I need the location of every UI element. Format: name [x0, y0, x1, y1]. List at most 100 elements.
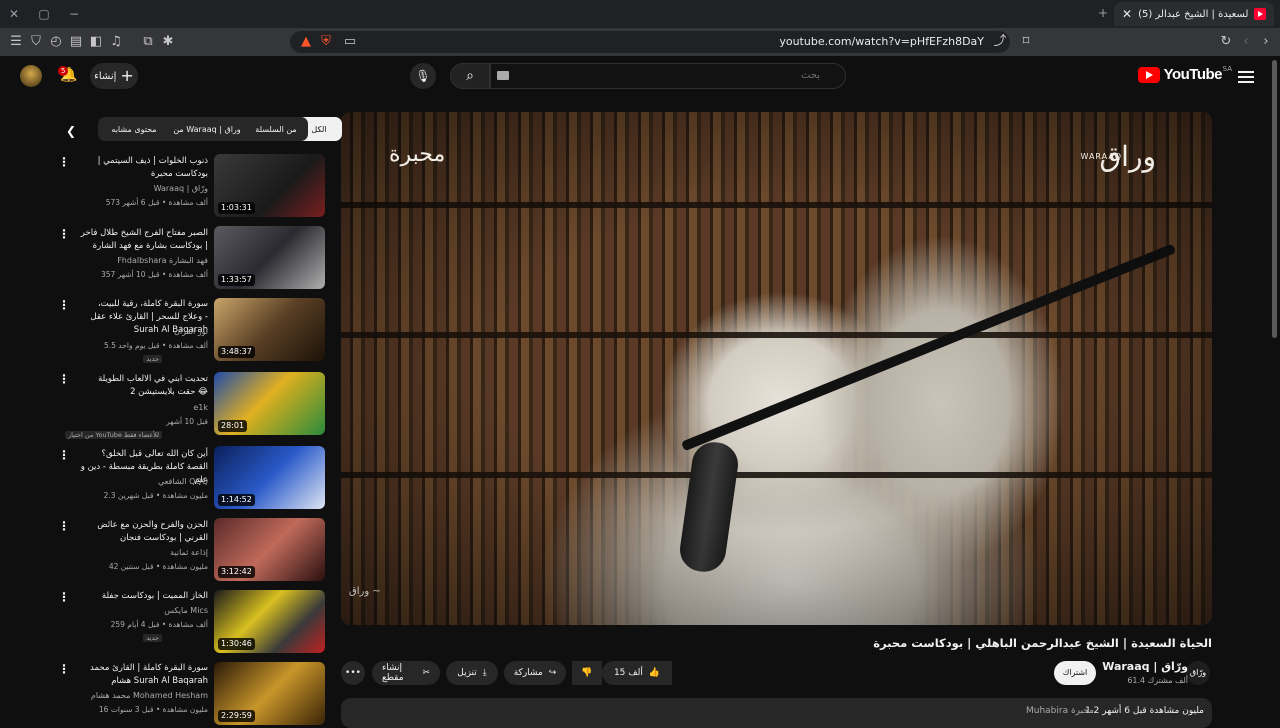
new-badge: جديد	[143, 634, 162, 642]
video-item-title[interactable]: تحديت ابني في الالعاب الطويلة حقت بلايست…	[78, 373, 208, 399]
dislike-icon: 👎	[581, 668, 593, 678]
video-thumbnail[interactable]: 3:48:37	[214, 298, 325, 361]
download-button[interactable]: تنزيل ⤓	[446, 661, 498, 685]
video-title: الحياة السعيدة | الشيخ عبدالرحمن الباهلي…	[873, 636, 1212, 650]
reload-icon[interactable]: ↻	[1218, 34, 1234, 50]
url-text[interactable]: youtube.com/watch?v=pHfEFzh8DaY	[779, 35, 984, 48]
channel-avatar[interactable]: ورّاق	[1186, 661, 1210, 685]
video-duration: 1:30:46	[218, 638, 255, 650]
account-avatar[interactable]	[20, 65, 42, 87]
kebab-icon[interactable]: ⋮	[58, 663, 70, 675]
video-item-title[interactable]: الحزن والفرح والحزن مع عائض القرني | بود…	[78, 519, 208, 545]
history-icon[interactable]: ◴	[48, 34, 64, 50]
kebab-icon[interactable]: ⋮	[58, 591, 70, 603]
more-icon: •••	[345, 668, 361, 678]
search-button[interactable]: ⌕	[450, 63, 490, 89]
video-duration: 1:14:52	[218, 494, 255, 506]
video-item-title[interactable]: الخاز المميت | بودكاست جفلة	[78, 590, 208, 603]
screenshot-icon[interactable]: ⧉	[140, 34, 156, 50]
like-button[interactable]: 15 ألف 👍	[602, 661, 672, 685]
video-thumbnail[interactable]: 1:14:52	[214, 446, 325, 509]
voice-search-button[interactable]: 🎙	[410, 63, 436, 89]
menu-icon[interactable]	[1238, 68, 1254, 84]
brave-rewards-icon[interactable]: ▲	[298, 34, 314, 50]
share-button[interactable]: مشاركة ↪	[504, 661, 566, 685]
video-thumbnail[interactable]: 3:12:42	[214, 518, 325, 581]
video-thumbnail[interactable]: 1:03:31	[214, 154, 325, 217]
video-item-meta: 357 ألف مشاهدة • قبل 10 أشهر	[100, 270, 208, 279]
window-maximize-icon[interactable]: ▢	[36, 6, 52, 22]
video-item-channel[interactable]: الشافعي QQQ	[158, 477, 208, 486]
kebab-icon[interactable]: ⋮	[58, 520, 70, 532]
reading-list-icon[interactable]: ▤	[68, 34, 84, 50]
music-icon[interactable]: ♫	[108, 34, 124, 50]
bookmark-icon[interactable]: ⌑	[1018, 34, 1034, 50]
clip-button[interactable]: إنشاء مقطع ✂	[372, 661, 440, 685]
video-thumbnail[interactable]: 28:01	[214, 372, 325, 435]
kebab-icon[interactable]: ⋮	[58, 449, 70, 461]
video-item-title[interactable]: الصبر مفتاح الفرج الشيخ طلال فاخر | بودك…	[78, 227, 208, 253]
browser-tab-bar	[0, 0, 1280, 28]
video-item-meta: 16 مليون مشاهدة • قبل 3 سنوات	[98, 705, 208, 714]
chevron-left-icon[interactable]: ❮	[66, 124, 76, 138]
window-close-icon[interactable]: ✕	[6, 6, 22, 22]
subscriber-count: 61.4 ألف مشترك	[1127, 676, 1188, 685]
description-tags[interactable]: Muhabira محبرة	[1026, 706, 1094, 716]
video-item-title[interactable]: سورة البقرة كاملة | القارئ محمد هشام Sur…	[78, 662, 208, 688]
sidebar-icon[interactable]: ◧	[88, 34, 104, 50]
video-item-channel[interactable]: Waraaq | ورّاق	[154, 184, 208, 193]
channel-name[interactable]: Waraaq | ورّاق	[1102, 660, 1188, 673]
browser-tab[interactable]: ✕ (5) الحياة السعيدة | الشيخ عبدالر	[1114, 2, 1274, 26]
subscribe-button[interactable]: اشتراك	[1054, 661, 1096, 685]
video-item-channel[interactable]: Fhdalbshara فهد البشارة	[117, 256, 208, 265]
logo-text: YouTube	[1163, 66, 1223, 83]
video-thumbnail[interactable]: 1:30:46	[214, 590, 325, 653]
video-item-meta: قبل 10 أشهر	[166, 417, 208, 426]
search-input[interactable]	[490, 63, 846, 89]
chip-from-channel[interactable]: من Waraaq | وراق	[158, 117, 256, 141]
video-thumbnail[interactable]: 1:33:57	[214, 226, 325, 289]
youtube-logo[interactable]: YouTube	[1137, 66, 1223, 83]
youtube-logo-icon	[1137, 66, 1160, 83]
keyboard-icon[interactable]	[497, 71, 509, 80]
browser-menu-icon[interactable]: ☰	[8, 34, 24, 50]
back-icon[interactable]: ›	[1258, 34, 1274, 50]
mic-icon: 🎙	[415, 69, 431, 83]
video-player[interactable]: محبرة وراق WARAAQ وراق ~	[341, 112, 1212, 625]
like-icon: 👍	[648, 668, 661, 678]
video-item-channel[interactable]: مايكس Mics	[164, 606, 208, 615]
share-page-icon[interactable]: ⤴	[992, 34, 1008, 50]
new-tab-button[interactable]: +	[1098, 6, 1108, 20]
video-item-channel[interactable]: نور القرآن	[174, 327, 208, 336]
reader-mode-icon[interactable]: ▭	[342, 34, 358, 50]
kebab-icon[interactable]: ⋮	[58, 156, 70, 168]
video-item-meta: 573 ألف مشاهدة • قبل 6 أشهر	[105, 198, 208, 207]
create-button[interactable]: إنشاء +	[90, 63, 138, 89]
extensions-icon[interactable]: ✱	[160, 34, 176, 50]
brave-shields-icon[interactable]: ⛨	[318, 34, 334, 50]
video-item-title[interactable]: ذنوب الخلوات | ذيف السيتمي | بودكاست محب…	[78, 155, 208, 181]
share-icon: ↪	[548, 668, 557, 678]
video-item-channel[interactable]: محمد هشام Mohamed Hesham	[91, 691, 208, 700]
kebab-icon[interactable]: ⋮	[58, 228, 70, 240]
video-item-channel[interactable]: إذاعة ثمانية	[170, 548, 208, 557]
search-placeholder: بحث	[800, 70, 820, 81]
video-duration: 3:48:37	[218, 346, 255, 358]
youtube-favicon-icon	[1254, 8, 1266, 20]
video-thumbnail[interactable]: 2:29:59	[214, 662, 325, 725]
tab-close-icon[interactable]: ✕	[1122, 7, 1132, 21]
plus-icon: +	[120, 66, 134, 85]
kebab-icon[interactable]: ⋮	[58, 373, 70, 385]
page-scrollbar[interactable]	[1272, 60, 1277, 338]
shield-icon[interactable]: ⛉	[28, 34, 44, 50]
window-minimize-icon[interactable]: −	[66, 6, 82, 22]
more-actions-button[interactable]: •••	[341, 661, 365, 685]
chip-related[interactable]: محتوى مشابه	[98, 117, 170, 141]
forward-icon[interactable]: ‹	[1238, 34, 1254, 50]
dislike-button[interactable]: 👎	[572, 661, 602, 685]
kebab-icon[interactable]: ⋮	[58, 299, 70, 311]
video-item-channel[interactable]: e1k	[193, 403, 208, 412]
scissors-icon: ✂	[422, 668, 430, 678]
video-item-meta: 5.5 ألف مشاهدة • قبل يوم واحد	[103, 341, 208, 350]
watermark-bottom: وراق ~	[349, 586, 381, 597]
